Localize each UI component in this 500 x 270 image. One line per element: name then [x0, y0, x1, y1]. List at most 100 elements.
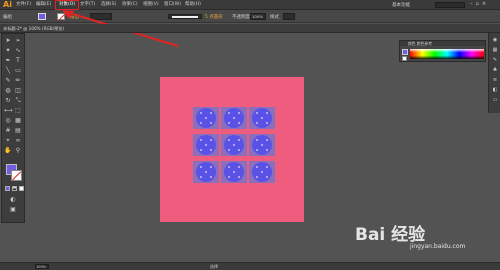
toolbar-stroke-swatch[interactable] — [11, 170, 22, 181]
anchor-dot — [210, 139, 212, 141]
perspective-grid-tool-icon[interactable]: ▦ — [14, 117, 22, 125]
artboard[interactable] — [160, 77, 304, 222]
anchor-dot — [210, 166, 212, 168]
free-transform-tool-icon[interactable]: ⬚ — [14, 107, 22, 115]
zoom-tool-icon[interactable]: ⚲ — [14, 147, 22, 155]
selection-type-label: 编组 — [3, 15, 12, 20]
anchor-dot — [266, 139, 268, 141]
none-mode-icon[interactable] — [19, 186, 24, 191]
anchor-dot — [205, 144, 207, 146]
tile-circle — [224, 135, 244, 155]
anchor-dot — [200, 176, 202, 178]
rectangle-tool-icon[interactable]: ▭ — [14, 67, 22, 75]
fill-swatch[interactable] — [38, 13, 46, 20]
artboards-panel-icon[interactable]: ▭ — [492, 97, 498, 103]
anchor-dot — [238, 176, 240, 178]
line-tool-icon[interactable]: ╲ — [4, 67, 12, 75]
magic-wand-tool-icon[interactable]: ✦ — [4, 47, 12, 55]
color-mode-icon[interactable] — [5, 186, 10, 191]
pencil-tool-icon[interactable]: ✏ — [14, 77, 22, 85]
stroke-panel-icon[interactable]: ≡ — [492, 77, 498, 83]
tile-circle — [224, 108, 244, 128]
grid-tile[interactable] — [221, 107, 247, 129]
blend-tool-icon[interactable]: ∞ — [14, 137, 22, 145]
watermark: Bai 经验 jingyan.baidu.com — [355, 220, 495, 260]
anchor-dot — [238, 139, 240, 141]
type-tool-icon[interactable]: T — [14, 57, 22, 65]
anchor-dot — [266, 166, 268, 168]
search-input[interactable] — [435, 2, 465, 8]
shape-builder-tool-icon[interactable]: ◎ — [4, 117, 12, 125]
swatches-panel-icon[interactable]: ▦ — [492, 47, 498, 53]
tile-circle — [224, 162, 244, 182]
hand-tool-icon[interactable]: ✋ — [4, 147, 12, 155]
anchor-dot — [256, 166, 258, 168]
selection-tool-icon[interactable]: ➤ — [4, 37, 12, 45]
anchor-dot — [256, 176, 258, 178]
anchor-dot — [210, 176, 212, 178]
style-label: 样式 — [270, 15, 279, 20]
draw-mode-icon[interactable]: ◐ — [9, 196, 17, 204]
gradient-tool-icon[interactable]: ▤ — [14, 127, 22, 135]
grid-tile[interactable] — [249, 161, 275, 183]
anchor-dot — [261, 144, 263, 146]
color-panel-fill[interactable] — [402, 49, 408, 55]
eyedropper-tool-icon[interactable]: ⌖ — [4, 137, 12, 145]
opacity-field[interactable]: 100% — [250, 13, 266, 20]
tile-circle — [196, 162, 216, 182]
menu-file[interactable]: 文件(F) — [16, 2, 31, 8]
anchor-dot — [200, 149, 202, 151]
menu-help[interactable]: 帮助(H) — [185, 2, 201, 8]
variable-width-label[interactable]: 5 点圆形 — [205, 14, 223, 20]
width-tool-icon[interactable]: ⟷ — [4, 107, 13, 115]
workspace-switcher[interactable]: 基本功能 — [392, 2, 410, 8]
brush-tool-icon[interactable]: ✎ — [4, 77, 12, 85]
style-picker[interactable] — [283, 13, 295, 20]
brushes-panel-icon[interactable]: ✎ — [492, 57, 498, 63]
symbols-panel-icon[interactable]: ♣ — [492, 67, 498, 73]
grid-tile[interactable] — [249, 107, 275, 129]
anchor-dot — [200, 122, 202, 124]
mesh-tool-icon[interactable]: # — [4, 127, 12, 135]
zoom-field[interactable]: 100% — [35, 264, 49, 269]
layers-panel-icon[interactable]: ◧ — [492, 87, 498, 93]
grid-tile[interactable] — [193, 161, 219, 183]
color-panel-icon[interactable]: ◉ — [492, 37, 498, 43]
color-panel-none[interactable] — [402, 56, 407, 61]
rotate-tool-icon[interactable]: ↻ — [4, 97, 12, 105]
opacity-value: 100% — [252, 14, 263, 19]
anchor-dot — [261, 171, 263, 173]
grid-tile[interactable] — [221, 161, 247, 183]
grid-tile[interactable] — [193, 107, 219, 129]
anchor-dot — [266, 149, 268, 151]
watermark-url: jingyan.baidu.com — [410, 243, 466, 250]
direct-selection-tool-icon[interactable]: ➢ — [14, 37, 22, 45]
color-panel-title[interactable]: 颜色 颜色参考 — [408, 41, 432, 46]
pen-tool-icon[interactable]: ✒ — [4, 57, 12, 65]
window-controls[interactable]: –▫× — [470, 1, 489, 7]
anchor-dot — [238, 166, 240, 168]
anchor-dot — [210, 112, 212, 114]
scale-tool-icon[interactable]: ⤡ — [14, 97, 22, 105]
document-tab[interactable]: 未标题-2* @ 100% (RGB/预览) — [0, 24, 500, 33]
screen-mode-icon[interactable]: ▣ — [9, 206, 17, 214]
eraser-tool-icon[interactable]: ◫ — [14, 87, 22, 95]
anchor-dot — [205, 171, 207, 173]
gradient-mode-icon[interactable] — [12, 186, 17, 191]
color-spectrum[interactable] — [410, 49, 484, 59]
grid-tile[interactable] — [193, 134, 219, 156]
menu-edit[interactable]: 编辑(E) — [36, 2, 51, 8]
grid-tile[interactable] — [249, 134, 275, 156]
color-panel-header[interactable]: 颜色 颜色参考 — [400, 41, 485, 46]
tile-circle — [196, 108, 216, 128]
lasso-tool-icon[interactable]: ∿ — [14, 47, 22, 55]
anchor-dot — [266, 112, 268, 114]
anchor-dot — [266, 122, 268, 124]
blob-brush-tool-icon[interactable]: ◍ — [4, 87, 12, 95]
anchor-dot — [233, 117, 235, 119]
anchor-dot — [261, 117, 263, 119]
anchor-dot — [228, 166, 230, 168]
grid-tile[interactable] — [221, 134, 247, 156]
anchor-dot — [238, 149, 240, 151]
anchor-dot — [256, 149, 258, 151]
